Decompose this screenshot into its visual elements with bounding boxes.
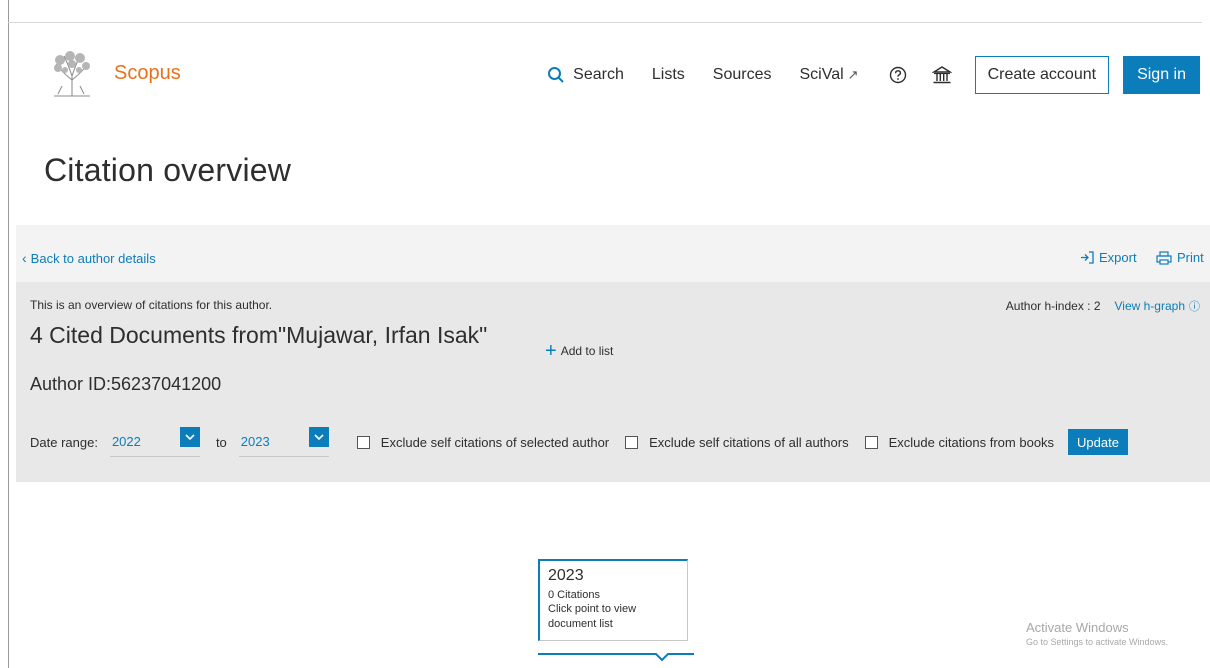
view-hgraph-link[interactable]: View h-graph ⓘ <box>1115 298 1201 314</box>
exclude-self-all-checkbox[interactable]: Exclude self citations of all authors <box>625 434 849 450</box>
page-title: Citation overview <box>44 152 292 188</box>
window-edge <box>8 0 9 668</box>
overview-description: This is an overview of citations for thi… <box>30 298 273 312</box>
to-year-value: 2023 <box>240 434 270 449</box>
hindex-area: Author h-index : 2 View h-graph ⓘ <box>1006 298 1200 314</box>
sign-in-button[interactable]: Sign in <box>1123 56 1200 94</box>
update-button[interactable]: Update <box>1068 429 1128 455</box>
tooltip-citations: 0 Citations <box>548 589 600 601</box>
help-circle-icon[interactable] <box>887 64 909 86</box>
institution-icon[interactable] <box>931 64 953 86</box>
author-id: Author ID:56237041200 <box>30 374 222 394</box>
print-label: Print <box>1177 250 1204 265</box>
main-nav: Search Lists Sources SciVal ↗ Create acc… <box>547 56 1200 94</box>
plus-icon: + <box>545 340 557 362</box>
overview-toolbar <box>16 225 1210 282</box>
to-year-select[interactable]: 2023 <box>238 427 329 457</box>
date-range-label: Date range: <box>30 434 98 450</box>
add-to-list-button[interactable]: + Add to list <box>545 341 613 361</box>
nav-scival[interactable]: SciVal ↗ <box>799 66 858 84</box>
nav-search-label: Search <box>573 66 624 83</box>
brand-name[interactable]: Scopus <box>114 62 181 85</box>
tooltip-hint: Click point to view document list <box>548 603 637 630</box>
view-hgraph-label: View h-graph <box>1114 299 1186 313</box>
from-year-value: 2022 <box>111 434 141 449</box>
export-button[interactable]: Export <box>1080 250 1137 265</box>
checkbox-box[interactable] <box>864 435 878 449</box>
chevron-left-icon: ‹ <box>22 250 27 266</box>
tooltip-pointer <box>538 653 694 662</box>
tooltip-year: 2023 <box>548 567 584 584</box>
nav-lists[interactable]: Lists <box>652 66 685 84</box>
checkbox-box[interactable] <box>625 435 639 449</box>
nav-search[interactable]: Search <box>547 66 624 84</box>
export-icon <box>1081 251 1094 264</box>
cited-documents-title: 4 Cited Documents from"Mujawar, Irfan Is… <box>30 322 488 348</box>
nav-scival-label: SciVal <box>799 66 844 83</box>
from-year-select[interactable]: 2022 <box>109 427 200 457</box>
chart-tooltip: 2023 0 Citations Click point to view doc… <box>538 559 688 641</box>
hindex-value: Author h-index : 2 <box>1005 299 1101 313</box>
print-button[interactable]: Print <box>1156 250 1204 265</box>
back-to-author-link[interactable]: ‹ Back to author details <box>22 250 156 266</box>
exclude-books-label: Exclude citations from books <box>888 434 1055 450</box>
chevron-down-icon <box>308 427 329 447</box>
to-label: to <box>215 434 227 450</box>
back-link-label: Back to author details <box>30 250 156 266</box>
elsevier-logo[interactable] <box>50 50 94 98</box>
exclude-self-selected-checkbox[interactable]: Exclude self citations of selected autho… <box>356 434 610 450</box>
add-to-list-label: Add to list <box>560 344 614 358</box>
help-circle-icon: ⓘ <box>1189 301 1200 313</box>
top-divider <box>8 22 1202 23</box>
external-link-icon: ↗ <box>847 67 859 82</box>
nav-sources[interactable]: Sources <box>713 66 772 84</box>
watermark-subtitle: Go to Settings to activate Windows. <box>1026 637 1169 647</box>
filter-bar: Date range: 2022 to 2023 Exclude self ci… <box>30 427 1128 457</box>
watermark-title: Activate Windows <box>1026 620 1129 635</box>
create-account-button[interactable]: Create account <box>974 56 1110 94</box>
checkbox-box[interactable] <box>356 435 370 449</box>
exclude-books-checkbox[interactable]: Exclude citations from books <box>864 434 1055 450</box>
chevron-down-icon <box>179 427 200 447</box>
exclude-self-all-label: Exclude self citations of all authors <box>649 434 849 450</box>
print-icon <box>1156 250 1172 265</box>
activate-windows-watermark: Activate Windows Go to Settings to activ… <box>1026 620 1168 647</box>
exclude-self-selected-label: Exclude self citations of selected autho… <box>380 434 610 450</box>
site-header: Scopus Search Lists Sources SciVal ↗ Cre… <box>40 50 1200 104</box>
export-label: Export <box>1099 250 1137 265</box>
search-icon <box>547 66 565 84</box>
